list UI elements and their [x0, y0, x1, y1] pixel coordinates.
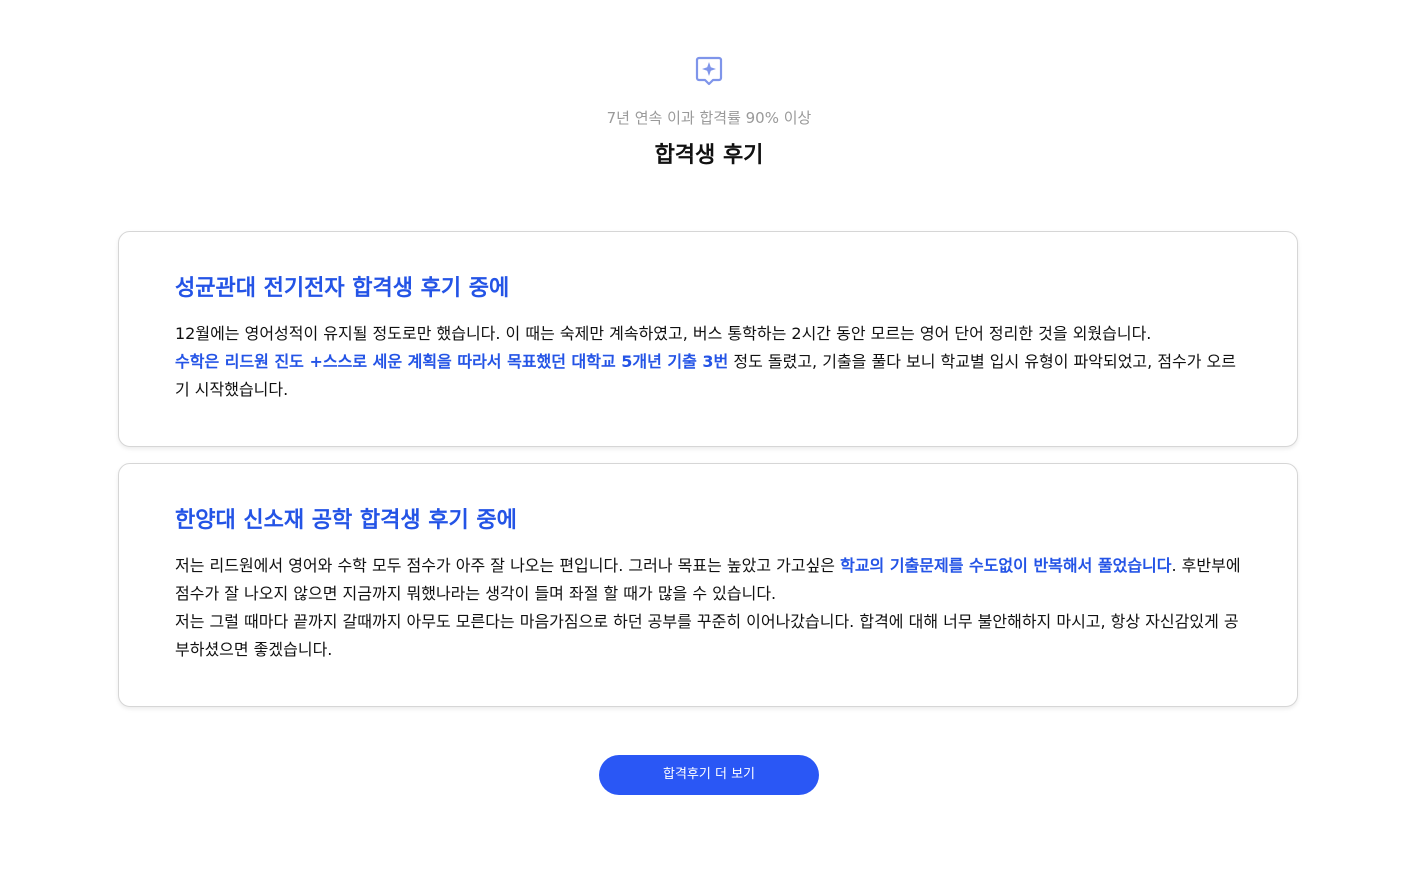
more-reviews-button[interactable]: 합격후기 더 보기 — [599, 755, 819, 795]
section-subtitle: 7년 연속 이과 합격률 90% 이상 — [606, 109, 812, 127]
review-title: 한양대 신소재 공학 합격생 후기 중에 — [175, 508, 517, 533]
review-highlight: 학교의 기출문제를 수도없이 반복해서 풀었습니다 — [840, 556, 1172, 575]
review-card: 성균관대 전기전자 합격생 후기 중에 12월에는 영어성적이 유지될 정도로만… — [118, 231, 1298, 447]
sparkle-badge-icon — [695, 56, 723, 86]
section-header: 7년 연속 이과 합격률 90% 이상 합격생 후기 — [0, 56, 1418, 170]
review-text: 12월에는 영어성적이 유지될 정도로만 했습니다. 이 때는 숙제만 계속하였… — [175, 324, 1152, 343]
review-text: 저는 그럴 때마다 끝까지 갈때까지 아무도 모른다는 마음가짐으로 하던 공부… — [175, 612, 1239, 659]
review-title: 성균관대 전기전자 합격생 후기 중에 — [175, 276, 510, 301]
review-highlight: 수학은 리드원 진도 +스스로 세운 계획을 따라서 목표했던 대학교 5개년 … — [175, 352, 729, 371]
review-body: 저는 리드원에서 영어와 수학 모두 점수가 아주 잘 나오는 편입니다. 그러… — [175, 552, 1241, 664]
review-card: 한양대 신소재 공학 합격생 후기 중에 저는 리드원에서 영어와 수학 모두 … — [118, 463, 1298, 707]
review-text: 저는 리드원에서 영어와 수학 모두 점수가 아주 잘 나오는 편입니다. 그러… — [175, 556, 841, 575]
review-body: 12월에는 영어성적이 유지될 정도로만 했습니다. 이 때는 숙제만 계속하였… — [175, 320, 1241, 404]
section-title: 합격생 후기 — [654, 143, 764, 168]
